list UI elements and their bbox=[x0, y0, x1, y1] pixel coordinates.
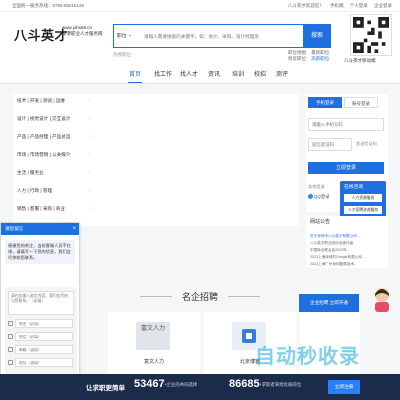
site-notice: 网站公告 关于深圳市八斗英才有限公司… 八斗英才职业测评全面升级… 中国商业联合… bbox=[306, 216, 388, 268]
chevron-right-icon: › bbox=[89, 152, 91, 158]
chevron-right-icon: › bbox=[89, 206, 91, 212]
hot-search-label: 热搜职位： bbox=[113, 52, 136, 57]
welcome-text: 八斗英才欢迎您！ bbox=[287, 3, 324, 8]
notice-item[interactable]: 关于深圳市八斗英才有限公司… bbox=[310, 234, 360, 239]
customer-service-avatar-icon[interactable] bbox=[371, 286, 393, 312]
nav-item-assessment[interactable]: 测评 bbox=[276, 69, 288, 78]
chevron-down-icon bbox=[128, 34, 131, 37]
top-links: 八斗英才欢迎您！ 手机端 个人登录 企业登录 bbox=[283, 3, 392, 9]
category-item[interactable]: 市场 | 市场营销 | 公关媒介 › bbox=[17, 152, 91, 158]
other-login-label: 其他登录 bbox=[308, 184, 325, 189]
active-nav-underline bbox=[128, 81, 142, 83]
nav-item-campus[interactable]: 校招 bbox=[254, 69, 266, 78]
consult-hr-service[interactable]: 人力资源服务 bbox=[344, 194, 382, 202]
qr-code-icon bbox=[353, 17, 389, 53]
top-utility-bar: 全国统一服务热线：0755-86615126 八斗英才欢迎您！ 手机端 个人登录… bbox=[0, 0, 400, 12]
company-logo: 富文人力 bbox=[136, 322, 170, 350]
enterprise-recruit-banner[interactable]: 企业招聘 立即开通 bbox=[299, 294, 359, 312]
close-icon[interactable]: × bbox=[72, 225, 76, 233]
stats-bar: 让求职更简单 53467 +企业的共同选择 86685 +求职者来找优质岗位 立… bbox=[0, 374, 400, 400]
watermark-subtitle: 八斗英才 · 来访一次 · 收录网站 bbox=[268, 369, 337, 375]
mail-icon bbox=[8, 347, 13, 352]
quick-links-2: 附近职位 高薪职位 bbox=[288, 56, 333, 62]
location-icon bbox=[8, 360, 13, 365]
online-consult-popup: 在线咨询 人力资源服务 人才招聘咨询服务 bbox=[340, 181, 386, 221]
notice-title: 网站公告 bbox=[310, 219, 331, 225]
chevron-right-icon: › bbox=[89, 98, 91, 104]
stats-slogan: 让求职更简单 bbox=[86, 385, 125, 392]
qr-code bbox=[350, 14, 392, 56]
login-button[interactable]: 立即登录 bbox=[308, 162, 384, 174]
watermark: 自动秒收录 bbox=[255, 346, 360, 368]
mobile-link[interactable]: 手机端 bbox=[330, 3, 344, 8]
site-header: 八斗英才 www.jobs58.cn 深港职业人才服务网 职位 搜索 热搜职位：… bbox=[0, 12, 400, 64]
category-item[interactable]: 生活 | 服务业 › bbox=[17, 170, 91, 176]
category-item[interactable]: 设计 | 视觉设计 | 交互设计 › bbox=[17, 116, 91, 122]
notice-item[interactable]: 八斗英才职业测评全面升级… bbox=[310, 241, 357, 246]
latest-jobs-link[interactable]: 最新职位 bbox=[311, 50, 329, 55]
qq-login[interactable]: QQ登录 bbox=[308, 194, 330, 200]
qq-icon bbox=[308, 194, 313, 200]
leave-message-popup: 请您留言 × 感谢您的关注，当前客服人员不在线，请填写一下您的信息，我们会尽快和… bbox=[0, 222, 80, 394]
company-login-link[interactable]: 企业登录 bbox=[374, 3, 392, 8]
jobseeker-count-label: +求职者来找优质岗位 bbox=[259, 382, 302, 387]
notice-item[interactable]: 中国商业联合会2023年… bbox=[310, 248, 350, 253]
nav-item-find-job[interactable]: 找工作 bbox=[154, 69, 172, 78]
chevron-right-icon: › bbox=[89, 134, 91, 140]
chat-form bbox=[5, 287, 77, 385]
chevron-right-icon: › bbox=[89, 116, 91, 122]
job-category-panel: 技术 | 开发 | 测试 | 运维 › 设计 | 视觉设计 | 交互设计 › 产品 … bbox=[13, 94, 93, 226]
search-type-select[interactable]: 职位 bbox=[117, 32, 131, 39]
consult-recruit-service[interactable]: 人才招聘咨询服务 bbox=[344, 206, 382, 214]
name-field[interactable] bbox=[15, 319, 73, 328]
company-count-label: +企业的共同选择 bbox=[164, 382, 198, 387]
chat-message: 感谢您的关注，当前客服人员不在线，请填写一下您的信息，我们会尽快和您联系。 bbox=[5, 240, 75, 264]
personal-login-link[interactable]: 个人登录 bbox=[350, 3, 368, 8]
email-field[interactable] bbox=[15, 345, 73, 354]
search-button[interactable]: 搜索 bbox=[303, 23, 331, 48]
chevron-right-icon: › bbox=[89, 188, 91, 194]
online-consult-title: 在线咨询 bbox=[344, 185, 364, 190]
chevron-right-icon: › bbox=[89, 170, 91, 176]
nav-item-find-talent[interactable]: 找人才 bbox=[180, 69, 198, 78]
nav-item-home[interactable]: 首页 bbox=[129, 69, 141, 78]
company-name: 富文人力 bbox=[143, 359, 164, 365]
category-item[interactable]: 人力 | 行政 | 管理 › bbox=[17, 188, 91, 194]
address-field[interactable] bbox=[15, 358, 73, 367]
logo-slogan: 深港职业人才服务网 bbox=[62, 31, 103, 36]
site-logo[interactable]: 八斗英才 bbox=[14, 25, 68, 44]
company-count: 53467 bbox=[134, 378, 165, 390]
phone-icon bbox=[8, 334, 13, 339]
tab-account-login[interactable]: 账号登录 bbox=[344, 97, 378, 108]
category-item[interactable]: 技术 | 开发 | 测试 | 运维 › bbox=[17, 98, 91, 104]
send-code-button[interactable]: 发送验证码 bbox=[356, 141, 377, 147]
phone-input[interactable] bbox=[308, 118, 384, 131]
category-item[interactable]: 销售 | 客服 | 采购 | 商业 › bbox=[17, 206, 91, 212]
service-hotline: 全国统一服务热线：0755-86615126 bbox=[12, 3, 85, 8]
phone-field[interactable] bbox=[15, 332, 73, 341]
category-item[interactable]: 产品 | 产品经理 | 产品总监 › bbox=[17, 134, 91, 140]
nav-item-training[interactable]: 培训 bbox=[232, 69, 244, 78]
main-nav: 首页 找工作 找人才 资讯 培训 校招 测评 bbox=[0, 64, 400, 84]
search-input[interactable] bbox=[144, 27, 284, 45]
search-box: 职位 搜索 bbox=[113, 23, 331, 48]
notice-item[interactable]: 2023上海广州深圳图像技术… bbox=[310, 262, 358, 267]
nearby-jobs-link[interactable]: 附近职位 bbox=[288, 56, 306, 61]
message-textarea[interactable] bbox=[8, 291, 74, 315]
logo-subtitle: www.jobs58.cn 深港职业人才服务网 bbox=[62, 25, 114, 37]
job-map-link[interactable]: 职位地图 bbox=[288, 50, 306, 55]
sms-code-input[interactable] bbox=[308, 138, 352, 151]
tab-phone-login[interactable]: 手机登录 bbox=[308, 97, 342, 108]
chat-title: 请您留言 bbox=[1, 223, 79, 235]
nav-item-news[interactable]: 资讯 bbox=[208, 69, 220, 78]
hero-banner[interactable] bbox=[93, 94, 299, 226]
jobseeker-count: 86685 bbox=[229, 378, 260, 390]
notice-item[interactable]: 2023上海深圳的Google有限公司… bbox=[310, 255, 366, 260]
register-button[interactable]: 立即注册 bbox=[328, 380, 360, 394]
user-icon bbox=[8, 321, 13, 326]
high-salary-link[interactable]: 高薪职位 bbox=[311, 56, 329, 61]
